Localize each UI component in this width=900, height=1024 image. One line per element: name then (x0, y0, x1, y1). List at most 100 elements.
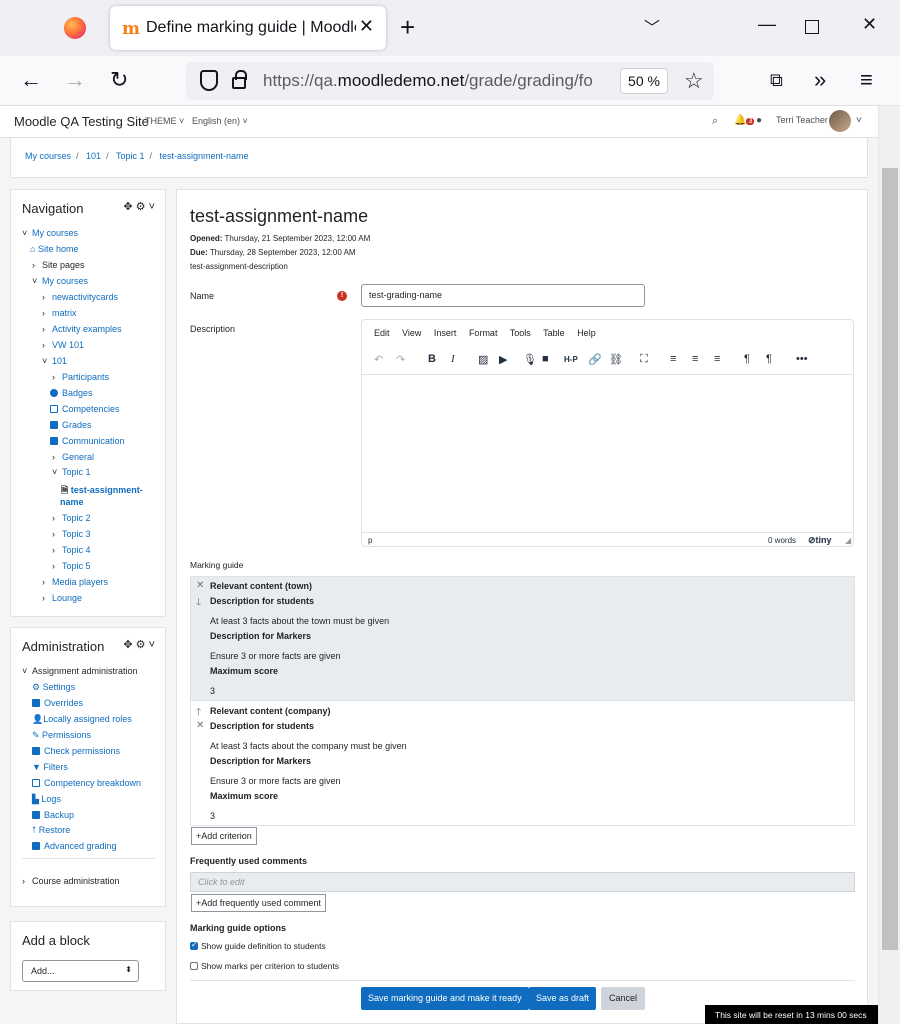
browser-tab[interactable]: m Define marking guide | Moodle ✕ (110, 6, 386, 50)
editor-path[interactable]: p (368, 536, 372, 545)
unlink-icon[interactable]: ⛓ (609, 353, 623, 366)
nav-item[interactable]: Communication (62, 436, 125, 446)
nav-item[interactable]: Participants (62, 372, 109, 382)
zoom-level[interactable]: 50 % (620, 68, 668, 94)
language-menu[interactable]: English (en) ˅ (192, 116, 248, 126)
criterion-max-score[interactable]: 3 (210, 811, 215, 821)
forward-icon[interactable]: → (64, 68, 86, 92)
align-left-icon[interactable]: ≡ (670, 353, 676, 365)
reload-icon[interactable]: ↻ (110, 68, 128, 92)
checkbox-checked[interactable] (190, 940, 198, 950)
microphone-icon[interactable]: 🎙 (523, 353, 537, 366)
minimize-icon[interactable]: — (758, 14, 776, 35)
chevron-right-icon[interactable]: › (52, 513, 62, 523)
chevron-down-icon[interactable]: ˅ (22, 228, 32, 238)
nav-item[interactable]: VW 101 (52, 340, 84, 350)
delete-icon[interactable]: ✕ (196, 580, 204, 591)
editor-menu-insert[interactable]: Insert (434, 328, 457, 338)
nav-item[interactable]: Topic 4 (62, 545, 91, 555)
image-icon[interactable]: ▨ (478, 353, 488, 366)
tiny-logo[interactable]: ⊘tiny (808, 535, 832, 546)
criterion-desc-students[interactable]: At least 3 facts about the company must … (210, 741, 407, 751)
redo-icon[interactable]: ↷ (396, 353, 405, 366)
nav-item[interactable]: newactivitycards (52, 292, 118, 302)
undo-icon[interactable]: ↶ (374, 353, 383, 366)
move-down-icon[interactable]: 🡓 (196, 595, 201, 612)
ltr-icon[interactable]: ¶ (744, 353, 750, 365)
rtl-icon[interactable]: ¶ (766, 353, 772, 365)
editor-menu-help[interactable]: Help (577, 328, 596, 338)
editor-menu-edit[interactable]: Edit (374, 328, 390, 338)
nav-item[interactable]: General (62, 452, 94, 462)
chevron-right-icon[interactable]: › (22, 876, 32, 886)
admin-item[interactable]: Check permissions (44, 746, 120, 756)
shield-icon[interactable] (200, 70, 218, 91)
notifications-icon[interactable]: 🔔 3 (734, 115, 755, 126)
admin-item[interactable]: Assignment administration (32, 666, 138, 676)
scrollbar-thumb[interactable] (882, 168, 898, 950)
url-text[interactable]: https://qa.moodledemo.net/grade/grading/… (263, 71, 613, 91)
admin-item[interactable]: Advanced grading (44, 841, 117, 851)
admin-item[interactable]: Competency breakdown (44, 778, 141, 788)
editor-content-area[interactable] (362, 374, 853, 532)
resize-handle-icon[interactable]: ◢ (845, 536, 851, 545)
chevron-right-icon[interactable]: › (52, 529, 62, 539)
back-icon[interactable]: ← (20, 68, 42, 92)
chevron-right-icon[interactable]: › (42, 340, 52, 350)
criterion-desc-markers[interactable]: Ensure 3 or more facts are given (210, 776, 341, 786)
chevron-down-icon[interactable]: ﹀ (644, 14, 660, 38)
nav-item[interactable]: 101 (52, 356, 67, 366)
editor-menu-tools[interactable]: Tools (510, 328, 531, 338)
nav-item[interactable]: matrix (52, 308, 77, 318)
block-controls[interactable]: ✥ ⚙ ˅ (123, 200, 155, 213)
maximize-icon[interactable] (805, 20, 819, 34)
chevron-right-icon[interactable]: › (52, 545, 62, 555)
chevron-right-icon[interactable]: › (42, 593, 52, 603)
nav-item[interactable]: Site home (38, 244, 79, 254)
user-menu-chevron-icon[interactable]: ˅ (856, 115, 862, 126)
chevron-right-icon[interactable]: › (42, 577, 52, 587)
word-count[interactable]: 0 words (768, 536, 796, 545)
nav-item[interactable]: Activity examples (52, 324, 122, 334)
breadcrumb-item[interactable]: My courses (25, 151, 71, 161)
add-criterion-button[interactable]: +Add criterion (191, 827, 257, 845)
nav-item[interactable]: Lounge (52, 593, 82, 603)
nav-item[interactable]: Site pages (42, 260, 85, 270)
criterion-max-score[interactable]: 3 (210, 686, 215, 696)
messages-icon[interactable]: ● (756, 115, 762, 126)
chevron-right-icon[interactable]: › (52, 452, 62, 462)
admin-item[interactable]: Overrides (44, 698, 83, 708)
italic-icon[interactable]: I (451, 353, 455, 365)
nav-item[interactable]: My courses (32, 228, 78, 238)
chevron-right-icon[interactable]: › (42, 324, 52, 334)
page-scrollbar[interactable] (878, 106, 900, 1024)
criterion-name[interactable]: Relevant content (town) (210, 581, 312, 591)
nav-item[interactable]: Badges (62, 388, 93, 398)
chevron-down-icon[interactable]: ˅ (32, 276, 42, 286)
nav-item-active[interactable]: name (60, 497, 84, 507)
chevron-down-icon[interactable]: ˅ (42, 356, 52, 366)
align-center-icon[interactable]: ≡ (692, 353, 698, 365)
block-controls[interactable]: ✥ ⚙ ˅ (123, 638, 155, 651)
criterion-desc-markers[interactable]: Ensure 3 or more facts are given (210, 651, 341, 661)
nav-item[interactable]: Media players (52, 577, 108, 587)
bookmark-star-icon[interactable]: ☆ (684, 68, 704, 94)
chevron-right-icon[interactable]: › (32, 260, 42, 270)
new-tab-button[interactable]: + (400, 12, 415, 43)
editor-menu-table[interactable]: Table (543, 328, 565, 338)
chevron-right-icon[interactable]: › (52, 372, 62, 382)
add-comment-button[interactable]: +Add frequently used comment (191, 894, 326, 912)
fullscreen-icon[interactable]: ⛶ (640, 353, 648, 366)
align-right-icon[interactable]: ≡ (714, 353, 720, 365)
chevron-down-icon[interactable]: ˅ (52, 467, 62, 477)
nav-item[interactable]: Competencies (62, 404, 120, 414)
avatar[interactable] (829, 110, 851, 132)
more-icon[interactable]: ••• (796, 353, 808, 365)
admin-item[interactable]: Course administration (32, 876, 120, 886)
admin-item[interactable]: Logs (41, 794, 61, 804)
save-ready-button[interactable]: Save marking guide and make it ready (361, 987, 529, 1010)
admin-item[interactable]: Locally assigned roles (43, 714, 132, 724)
bold-icon[interactable]: B (428, 353, 436, 365)
criterion-desc-students[interactable]: At least 3 facts about the town must be … (210, 616, 389, 626)
close-window-icon[interactable]: ✕ (862, 14, 877, 35)
